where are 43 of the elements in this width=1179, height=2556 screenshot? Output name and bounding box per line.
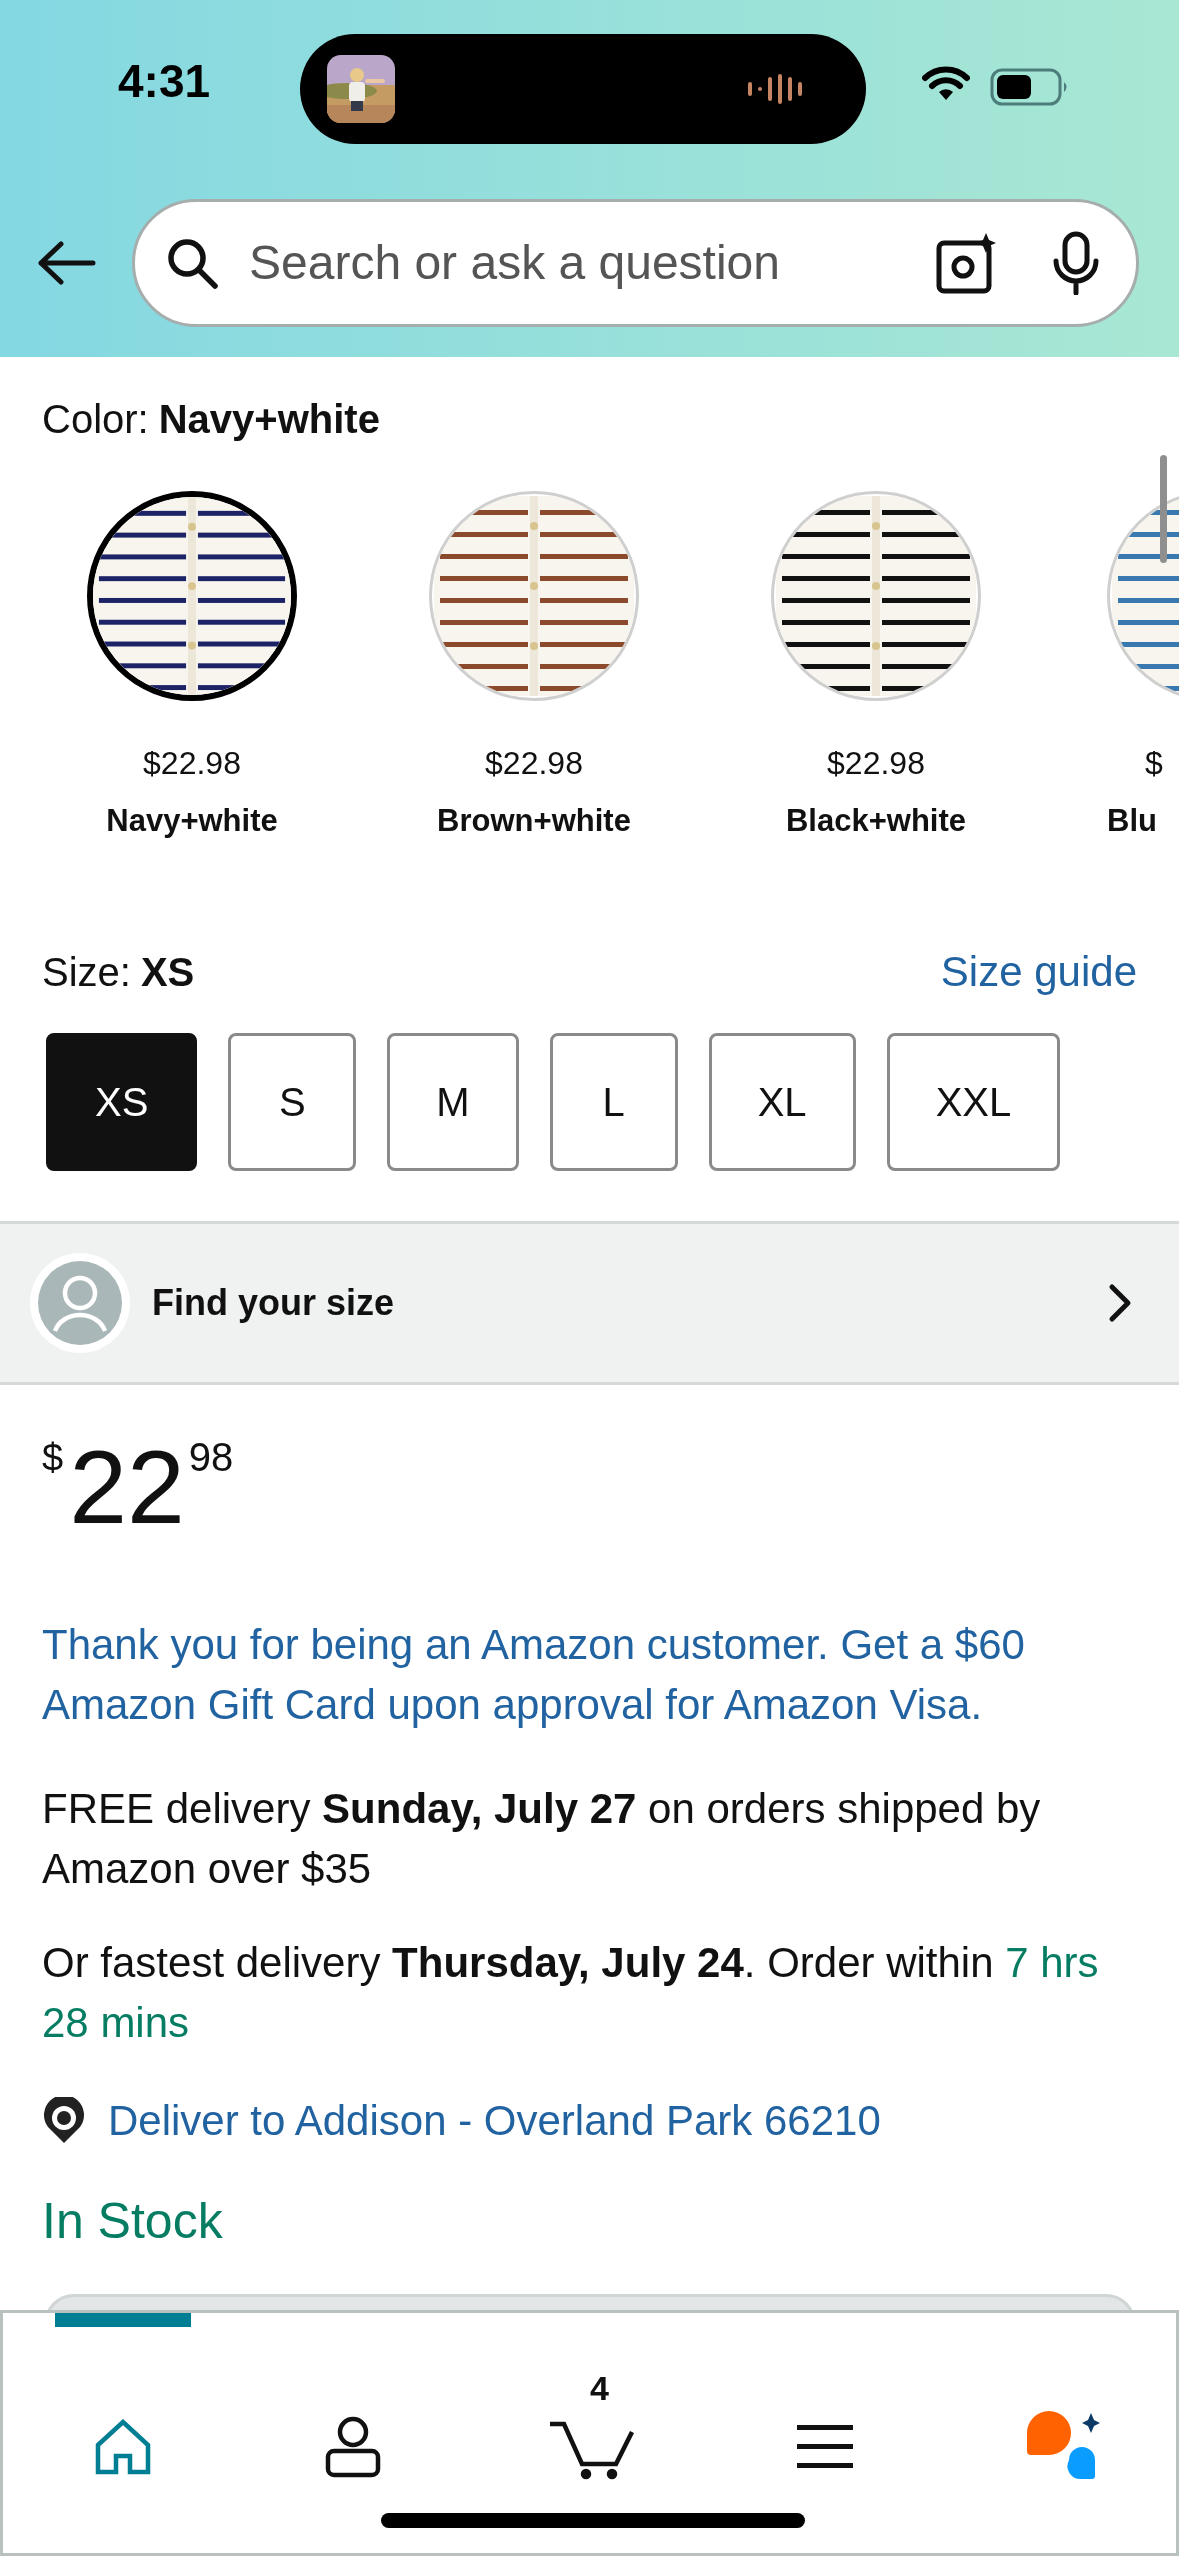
price-whole: 22: [69, 1435, 185, 1540]
account-icon: [325, 2416, 381, 2478]
promo-link[interactable]: Thank you for being an Amazon customer. Get a $60 Amazon Gift Card upon approval for Amazon Visa.: [42, 1615, 1137, 1736]
color-label: Color:: [42, 399, 149, 439]
size-option[interactable]: XS: [46, 1033, 198, 1172]
swatch-name: Black+white: [785, 801, 967, 840]
cart-tab[interactable]: 4: [525, 2313, 661, 2507]
size-option[interactable]: L: [549, 1033, 678, 1172]
delivery-info: FREE delivery Sunday, July 27 on orders shipped by Amazon over $35: [42, 1784, 1042, 1895]
wifi-icon: [922, 66, 970, 102]
size-value: XS: [140, 949, 195, 997]
size-option[interactable]: XXL: [886, 1033, 1061, 1172]
swatch-name: Blu: [1107, 801, 1157, 840]
location-pin-icon: [42, 2097, 86, 2146]
stock-status: In Stock: [42, 2192, 224, 2252]
home-icon: [95, 2419, 151, 2475]
avatar-icon: [30, 1253, 130, 1354]
find-size-row[interactable]: Find your size: [0, 1221, 1179, 1386]
swatch-price: $22.98: [827, 744, 925, 783]
swatch-name: Brown+white: [437, 801, 631, 840]
price-currency: $: [42, 1439, 64, 1478]
microphone-icon[interactable]: [1052, 231, 1100, 295]
deliver-to-link[interactable]: Deliver to Addison - Overland Park 66210: [108, 2091, 881, 2152]
cart-count: 4: [590, 2371, 609, 2405]
swatch-price: $: [1144, 744, 1163, 783]
search-icon: [165, 236, 219, 290]
swatch-price: $22.98: [485, 744, 583, 783]
color-value: Navy+white: [158, 399, 380, 439]
size-guide-link[interactable]: Size guide: [940, 944, 1137, 1000]
fastest-delivery-info: Or fastest delivery Thursday, July 24. Order within 7 hrs 28 mins: [42, 1938, 1100, 2049]
search-input[interactable]: Search or ask a question: [249, 227, 849, 299]
swatch-name: Navy+white: [106, 801, 278, 840]
chevron-right-icon: [1107, 1283, 1133, 1324]
size-option[interactable]: S: [228, 1033, 357, 1172]
size-label: Size:: [42, 949, 131, 997]
swatch-price: $22.98: [143, 744, 241, 783]
search-field[interactable]: Search or ask a question: [132, 199, 1139, 327]
size-option[interactable]: XL: [708, 1033, 856, 1172]
size-option[interactable]: M: [387, 1033, 519, 1172]
find-size-label: Find your size: [152, 1281, 395, 1326]
menu-icon: [797, 2425, 853, 2469]
price-fraction: 98: [188, 1437, 234, 1478]
status-time: 4:31: [118, 58, 211, 104]
